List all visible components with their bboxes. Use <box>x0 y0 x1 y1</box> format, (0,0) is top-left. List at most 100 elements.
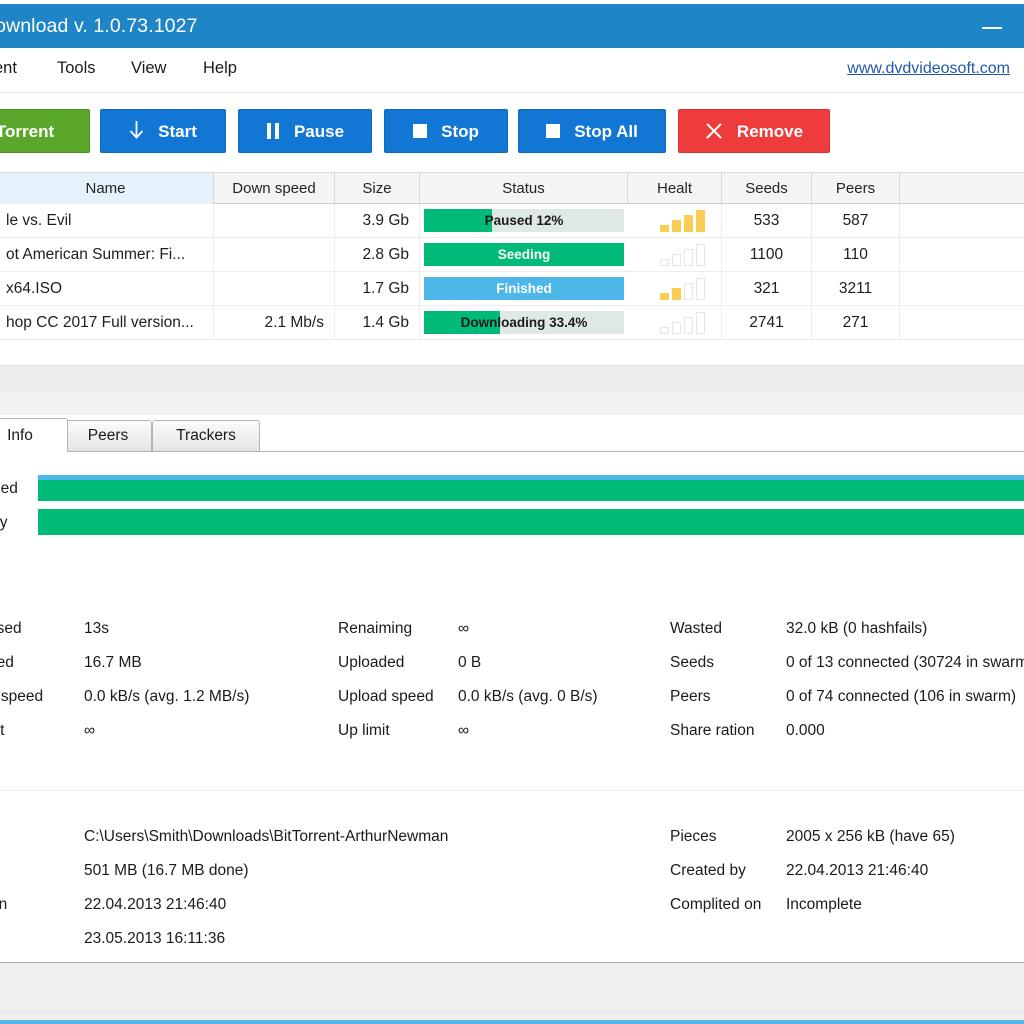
cell-name: hop CC 2017 Full version... <box>0 306 214 339</box>
toolbar-button-label: Remove <box>736 121 804 141</box>
start-button[interactable]: Start <box>100 109 226 153</box>
stop-button[interactable]: Stop <box>384 109 508 153</box>
table-row[interactable]: le vs. Evil 3.9 Gb Paused 12% 533 587 <box>0 204 1024 238</box>
stat-value: 0.0 kB/s (avg. 1.2 MB/s) <box>84 688 250 705</box>
health-bar-2 <box>672 288 681 300</box>
status-label: Finished <box>496 281 552 296</box>
panel-splitter[interactable] <box>0 365 1024 415</box>
remove-button[interactable]: Remove <box>678 109 830 153</box>
tab-peers[interactable]: Peers <box>64 420 152 452</box>
dvdvideosoft-link[interactable]: www.dvdvideosoft.com <box>847 60 1010 78</box>
stat-value: ∞ <box>458 620 470 637</box>
cell-peers: 271 <box>812 306 900 339</box>
stat-value: 0 of 13 connected (30724 in swarm) <box>786 654 1024 671</box>
torrent-info-value: C:\Users\Smith\Downloads\BitTorrent-Arth… <box>84 828 449 845</box>
column-header-healt[interactable]: Healt <box>628 173 722 204</box>
status-progress-bar: Finished <box>424 277 624 300</box>
cell-size: 1.7 Gb <box>335 272 420 305</box>
cell-down-speed <box>214 272 335 305</box>
torrent-info-label: Complited on <box>670 896 762 913</box>
cell-size: 3.9 Gb <box>335 204 420 237</box>
torrent-info-value: 501 MB (16.7 MB done) <box>84 862 249 879</box>
cell-size: 1.4 Gb <box>335 306 420 339</box>
cell-name: x64.ISO <box>0 272 214 305</box>
minimize-icon <box>982 27 1002 29</box>
cell-seeds: 321 <box>722 272 812 305</box>
status-bar <box>0 962 1024 1020</box>
status-progress-bar: Downloading 33.4% <box>424 311 624 334</box>
health-signal-icon <box>660 312 706 334</box>
stat-label: Upload speed <box>338 688 434 705</box>
stat-label: Wasted <box>670 620 722 637</box>
toolbar-button-label: Torrent <box>0 121 55 141</box>
cell-down-speed: 2.1 Mb/s <box>214 306 335 339</box>
detail-tabs: Info Peers Trackers <box>0 418 1024 452</box>
column-header-status[interactable]: Status <box>420 173 628 204</box>
table-row[interactable]: hop CC 2017 Full version... 2.1 Mb/s 1.4 G… <box>0 306 1024 340</box>
stat-label: Peers <box>670 688 711 705</box>
health-bar-4 <box>696 278 705 300</box>
health-signal-icon <box>660 210 706 232</box>
torrent-info-label: on <box>0 896 8 913</box>
stop-square-icon <box>413 124 428 138</box>
status-label: Paused 12% <box>484 213 564 228</box>
bar-label-0: ded <box>0 480 18 497</box>
stop-all-button[interactable]: Stop All <box>518 109 666 153</box>
table-row[interactable]: ot American Summer: Fi... 2.8 Gb Seeding 11… <box>0 238 1024 272</box>
stat-value: 0.0 kB/s (avg. 0 B/s) <box>458 688 598 705</box>
stat-label: osed <box>0 620 22 637</box>
status-label: Seeding <box>497 247 551 262</box>
stat-value: 0 of 74 connected (106 in swarm) <box>786 688 1017 705</box>
table-row[interactable]: x64.ISO 1.7 Gb Finished 321 3211 <box>0 272 1024 306</box>
status-bar-separator <box>0 1011 1024 1012</box>
cell-down-speed <box>214 204 335 237</box>
stat-label: d speed <box>0 688 44 705</box>
health-signal-icon <box>660 244 706 266</box>
stat-label: Seeds <box>670 654 714 671</box>
pause-button[interactable]: Pause <box>238 109 372 153</box>
stat-label: Share ration <box>670 722 755 739</box>
stat-label: ded <box>0 654 14 671</box>
health-signal-icon <box>660 278 706 300</box>
column-header-down-speed[interactable]: Down speed <box>214 173 335 204</box>
toolbar-button-label: Stop <box>441 121 479 141</box>
torrent-info-value: 23.05.2013 16:11:36 <box>84 930 226 947</box>
menu-item-tools[interactable]: Tools <box>57 59 96 78</box>
health-bar-1 <box>660 293 669 300</box>
torrent-info-value: 22.04.2013 21:46:40 <box>786 862 929 879</box>
stat-value: 0 B <box>458 654 482 671</box>
tab-info[interactable]: Info <box>0 418 68 452</box>
cell-seeds: 533 <box>722 204 812 237</box>
stop-square-icon <box>546 124 561 138</box>
health-bar-2 <box>672 254 681 266</box>
menu-item-help[interactable]: Help <box>203 59 237 78</box>
cell-status: Finished <box>420 272 628 305</box>
toolbar-button-label: Start <box>158 121 197 141</box>
stat-value: ∞ <box>84 722 96 739</box>
section-divider <box>0 790 1024 791</box>
health-bar-3 <box>684 283 693 300</box>
health-bar-3 <box>684 249 693 266</box>
health-bar-4 <box>696 210 705 232</box>
cell-peers: 110 <box>812 238 900 271</box>
splitter-lower <box>0 393 1024 415</box>
column-header-peers[interactable]: Peers <box>812 173 900 204</box>
bittorrent-download-window: ent Download v. 1.0.73.1027 ent Tools View… <box>0 0 1024 1024</box>
cell-size: 2.8 Gb <box>335 238 420 271</box>
minimize-button[interactable] <box>970 4 1016 48</box>
window-title: ent Download v. 1.0.73.1027 <box>0 15 198 37</box>
stat-label: nit <box>0 722 5 739</box>
detail-progress-bar-0 <box>38 475 1024 501</box>
stat-value: ∞ <box>458 722 470 739</box>
menu-item-view[interactable]: View <box>131 59 166 78</box>
torrent-button[interactable]: Torrent <box>0 109 90 153</box>
menu-item-ent[interactable]: ent <box>0 59 17 78</box>
tab-trackers[interactable]: Trackers <box>152 420 260 452</box>
torrent-info-value: 2005 x 256 kB (have 65) <box>786 828 955 845</box>
column-header-seeds[interactable]: Seeds <box>722 173 812 204</box>
column-header-size[interactable]: Size <box>335 173 420 204</box>
cell-seeds: 2741 <box>722 306 812 339</box>
toolbar-button-label: Stop All <box>574 121 638 141</box>
column-header-name[interactable]: Name <box>0 173 214 204</box>
pause-icon <box>266 123 280 139</box>
